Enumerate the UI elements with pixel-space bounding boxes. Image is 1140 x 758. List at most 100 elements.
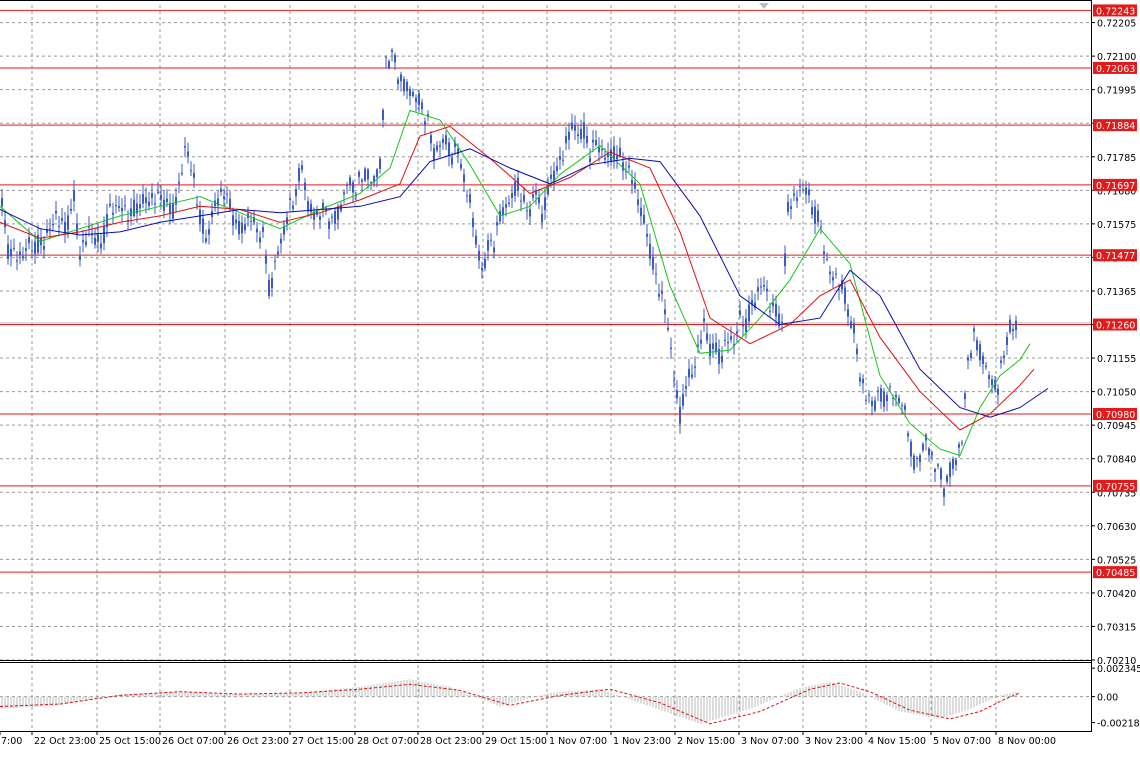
candle-body xyxy=(331,216,333,218)
candle-body xyxy=(148,201,150,206)
candle-body xyxy=(766,288,768,292)
candle-body xyxy=(94,237,96,245)
candle-body xyxy=(190,170,192,172)
candle-body xyxy=(934,469,936,472)
price-tick-label: 0.71575 xyxy=(1097,220,1136,231)
price-chart[interactable]: 0.722050.721000.719950.718900.717850.716… xyxy=(0,0,1140,754)
candle-body xyxy=(415,97,417,103)
candle-body xyxy=(676,390,678,399)
candle-body xyxy=(49,228,51,230)
candle-body xyxy=(472,218,474,228)
candle-body xyxy=(379,158,381,169)
candle-body xyxy=(514,181,516,196)
candle-body xyxy=(706,333,708,341)
candle-body xyxy=(661,291,663,294)
price-tick-label: 0.72205 xyxy=(1097,19,1136,30)
candle-body xyxy=(409,89,411,96)
candle-body xyxy=(604,157,606,160)
candle-body xyxy=(400,74,402,82)
candle-body xyxy=(844,287,846,304)
candle-body xyxy=(634,182,636,189)
candle-body xyxy=(940,468,942,480)
oscillator-tick-label: 0.002345 xyxy=(1097,664,1140,675)
price-tick-label: 0.71995 xyxy=(1097,86,1136,97)
candle-body xyxy=(124,205,126,207)
candle-body xyxy=(268,279,270,297)
candle-body xyxy=(28,237,30,244)
candle-body xyxy=(142,194,144,204)
candle-body xyxy=(181,172,183,175)
candle-body xyxy=(259,237,261,243)
candle-body xyxy=(487,240,489,251)
chart-canvas[interactable]: 0.722050.721000.719950.718900.717850.716… xyxy=(0,0,1140,754)
candle-body xyxy=(589,158,591,162)
candle-body xyxy=(388,61,390,69)
candle-body xyxy=(511,193,513,198)
candle-body xyxy=(562,159,564,161)
time-tick-label: 26 Oct 23:00 xyxy=(227,736,289,747)
candle-body xyxy=(16,260,18,262)
candle-body xyxy=(187,151,189,157)
candle-body xyxy=(832,277,834,281)
price-tick-label: 0.70525 xyxy=(1097,555,1136,566)
candle-body xyxy=(199,209,201,224)
time-tick-label: 3 Nov 07:00 xyxy=(741,736,799,747)
candle-body xyxy=(694,366,696,368)
candle-body xyxy=(742,325,744,327)
candle-body xyxy=(577,134,579,137)
candle-body xyxy=(97,234,99,242)
candle-body xyxy=(13,247,15,249)
candle-body xyxy=(865,399,867,401)
candle-body xyxy=(928,448,930,456)
candle-body xyxy=(82,240,84,243)
time-tick-label: 7:00 xyxy=(1,736,22,747)
candle-body xyxy=(196,204,198,206)
candle-body xyxy=(523,195,525,202)
candle-body xyxy=(631,180,633,184)
oscillator-tick-label: -0.002184 xyxy=(1097,719,1140,730)
candle-body xyxy=(685,385,687,389)
candle-body xyxy=(598,147,600,153)
candle-body xyxy=(178,181,180,184)
candle-body xyxy=(1015,320,1017,331)
candle-body xyxy=(799,186,801,188)
candle-body xyxy=(184,146,186,148)
candle-body xyxy=(232,215,234,226)
candle-body xyxy=(970,352,972,358)
candle-body xyxy=(781,321,783,323)
candle-body xyxy=(790,206,792,210)
candle-body xyxy=(565,136,567,144)
candle-body xyxy=(418,93,420,106)
candle-body xyxy=(385,57,387,59)
time-tick-label: 28 Oct 07:00 xyxy=(357,736,419,747)
candle-body xyxy=(904,405,906,410)
candle-body xyxy=(175,197,177,205)
candle-body xyxy=(193,172,195,178)
candle-body xyxy=(109,203,111,206)
candle-body xyxy=(436,145,438,151)
candle-body xyxy=(541,213,543,223)
level-price-label: 0.71260 xyxy=(1096,321,1135,332)
candle-body xyxy=(394,55,396,63)
candle-body xyxy=(817,210,819,223)
candle-body xyxy=(277,251,279,255)
candle-body xyxy=(991,379,993,386)
candle-body xyxy=(712,343,714,350)
candle-body xyxy=(358,171,360,177)
candle-body xyxy=(883,391,885,407)
candle-body xyxy=(937,464,939,467)
candle-body xyxy=(382,109,384,120)
candle-body xyxy=(889,386,891,388)
candle-body xyxy=(157,191,159,194)
price-tick-label: 0.71050 xyxy=(1097,388,1136,399)
candle-body xyxy=(118,206,120,208)
candle-body xyxy=(568,131,570,140)
candle-body xyxy=(256,228,258,233)
price-tick-label: 0.70840 xyxy=(1097,455,1136,466)
candle-body xyxy=(811,207,813,215)
candle-body xyxy=(463,174,465,183)
candle-body xyxy=(919,455,921,463)
candle-body xyxy=(730,336,732,340)
candle-body xyxy=(829,271,831,275)
candle-body xyxy=(532,194,534,198)
